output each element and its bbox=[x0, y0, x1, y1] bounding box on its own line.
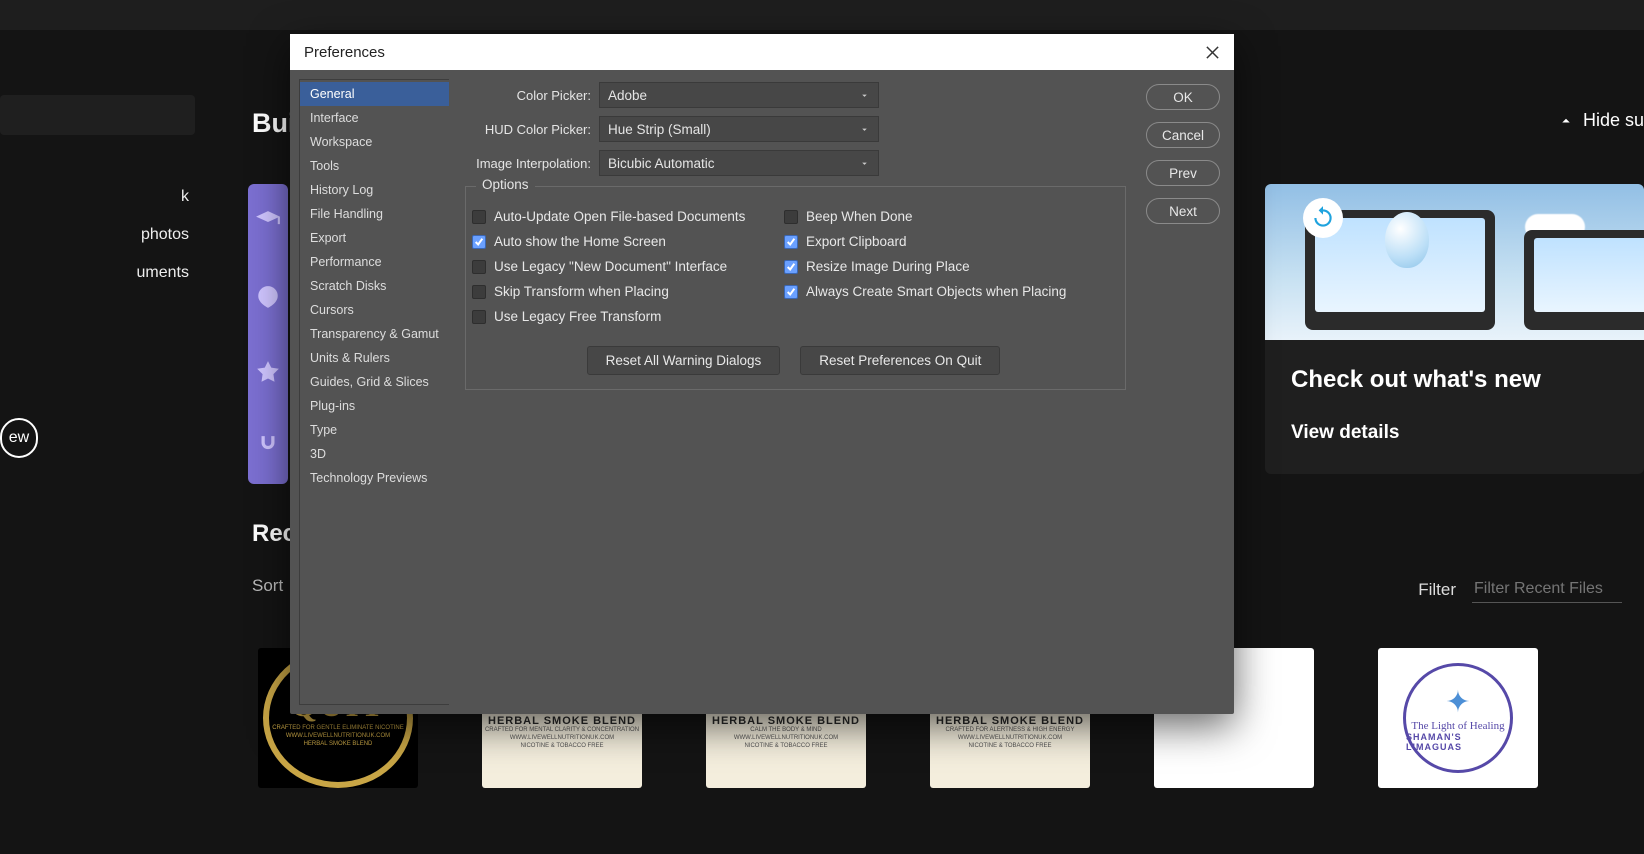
image-interpolation-dropdown[interactable]: Bicubic Automatic bbox=[599, 150, 879, 176]
sidebar-item-history-log[interactable]: History Log bbox=[300, 178, 449, 202]
chevron-down-icon bbox=[859, 124, 870, 135]
hud-color-picker-dropdown[interactable]: Hue Strip (Small) bbox=[599, 116, 879, 142]
preferences-sidebar: GeneralInterfaceWorkspaceToolsHistory Lo… bbox=[299, 79, 449, 705]
chevron-down-icon bbox=[859, 90, 870, 101]
checkbox-label: Use Legacy Free Transform bbox=[494, 309, 661, 324]
sidebar-item-performance[interactable]: Performance bbox=[300, 250, 449, 274]
checkbox-use-legacy-new-document-interface[interactable]: Use Legacy "New Document" Interface bbox=[472, 259, 772, 274]
reset-warning-dialogs-button[interactable]: Reset All Warning Dialogs bbox=[587, 346, 781, 375]
preferences-dialog: Preferences GeneralInterfaceWorkspaceToo… bbox=[290, 34, 1234, 714]
app-menubar bbox=[0, 0, 1644, 30]
sync-icon bbox=[1303, 198, 1343, 238]
image-interpolation-label: Image Interpolation: bbox=[461, 156, 599, 171]
checkbox-label: Resize Image During Place bbox=[806, 259, 970, 274]
sidebar-item-cursors[interactable]: Cursors bbox=[300, 298, 449, 322]
hide-suggestions-label: Hide su bbox=[1583, 110, 1644, 131]
checkbox-box bbox=[784, 285, 798, 299]
reset-preferences-on-quit-button[interactable]: Reset Preferences On Quit bbox=[800, 346, 1000, 375]
sidebar-item-interface[interactable]: Interface bbox=[300, 106, 449, 130]
cancel-button[interactable]: Cancel bbox=[1146, 122, 1220, 148]
checkbox-use-legacy-free-transform[interactable]: Use Legacy Free Transform bbox=[472, 309, 772, 324]
left-nav-item[interactable]: photos bbox=[0, 216, 195, 254]
checkbox-export-clipboard[interactable]: Export Clipboard bbox=[784, 234, 1084, 249]
dropdown-value: Adobe bbox=[608, 88, 647, 103]
dialog-title: Preferences bbox=[304, 44, 385, 61]
left-nav: k photos uments bbox=[0, 30, 195, 330]
dropdown-value: Hue Strip (Small) bbox=[608, 122, 711, 137]
color-picker-dropdown[interactable]: Adobe bbox=[599, 82, 879, 108]
preferences-panel: Color Picker: Adobe HUD Color Picker: Hu… bbox=[449, 70, 1140, 714]
checkbox-label: Beep When Done bbox=[806, 209, 913, 224]
dialog-titlebar: Preferences bbox=[290, 34, 1234, 70]
checkbox-box bbox=[784, 210, 798, 224]
sidebar-item-3d[interactable]: 3D bbox=[300, 442, 449, 466]
next-button[interactable]: Next bbox=[1146, 198, 1220, 224]
whats-new-image bbox=[1265, 184, 1644, 340]
checkbox-beep-when-done[interactable]: Beep When Done bbox=[784, 209, 1084, 224]
sidebar-item-export[interactable]: Export bbox=[300, 226, 449, 250]
ok-button[interactable]: OK bbox=[1146, 84, 1220, 110]
sidebar-item-guides-grid-slices[interactable]: Guides, Grid & Slices bbox=[300, 370, 449, 394]
sidebar-item-file-handling[interactable]: File Handling bbox=[300, 202, 449, 226]
checkbox-box bbox=[472, 260, 486, 274]
sidebar-item-transparency-gamut[interactable]: Transparency & Gamut bbox=[300, 322, 449, 346]
whats-new-title: Check out what's new bbox=[1291, 366, 1618, 394]
chevron-up-icon bbox=[1557, 112, 1575, 130]
color-picker-label: Color Picker: bbox=[461, 88, 599, 103]
sidebar-item-scratch-disks[interactable]: Scratch Disks bbox=[300, 274, 449, 298]
checkbox-label: Always Create Smart Objects when Placing bbox=[806, 284, 1066, 299]
view-details-link[interactable]: View details bbox=[1291, 422, 1399, 443]
sort-label[interactable]: Sort bbox=[252, 576, 283, 596]
close-button[interactable] bbox=[1200, 40, 1224, 64]
checkbox-box bbox=[472, 285, 486, 299]
checkbox-box bbox=[472, 235, 486, 249]
checkbox-box bbox=[784, 235, 798, 249]
sidebar-item-general[interactable]: General bbox=[300, 82, 449, 106]
recent-thumb[interactable]: ✦ The Light of Healing SHAMAN'S LIMAGUAS bbox=[1378, 648, 1538, 788]
close-icon bbox=[1205, 45, 1220, 60]
checkbox-label: Skip Transform when Placing bbox=[494, 284, 669, 299]
build-skills-tile[interactable] bbox=[248, 184, 288, 484]
filter-recent-input[interactable] bbox=[1472, 576, 1622, 603]
whats-new-card: Check out what's new View details bbox=[1265, 184, 1644, 474]
sidebar-item-tools[interactable]: Tools bbox=[300, 154, 449, 178]
filter-label: Filter bbox=[1418, 580, 1456, 600]
checkbox-label: Auto-Update Open File-based Documents bbox=[494, 209, 745, 224]
chevron-down-icon bbox=[859, 158, 870, 169]
checkbox-label: Export Clipboard bbox=[806, 234, 907, 249]
checkbox-auto-update-open-file-based-documents[interactable]: Auto-Update Open File-based Documents bbox=[472, 209, 772, 224]
hands-icon: ✦ bbox=[1445, 685, 1470, 720]
options-fieldset: Options Auto-Update Open File-based Docu… bbox=[465, 186, 1126, 390]
checkbox-skip-transform-when-placing[interactable]: Skip Transform when Placing bbox=[472, 284, 772, 299]
checkbox-auto-show-the-home-screen[interactable]: Auto show the Home Screen bbox=[472, 234, 772, 249]
checkbox-label: Auto show the Home Screen bbox=[494, 234, 666, 249]
sidebar-item-type[interactable]: Type bbox=[300, 418, 449, 442]
left-nav-item[interactable]: uments bbox=[0, 254, 195, 292]
sidebar-item-workspace[interactable]: Workspace bbox=[300, 130, 449, 154]
checkbox-box bbox=[472, 210, 486, 224]
sidebar-item-units-rulers[interactable]: Units & Rulers bbox=[300, 346, 449, 370]
create-new-button[interactable]: ew bbox=[0, 418, 38, 458]
options-legend: Options bbox=[476, 177, 535, 192]
hud-color-picker-label: HUD Color Picker: bbox=[461, 122, 599, 137]
checkbox-box bbox=[784, 260, 798, 274]
checkbox-always-create-smart-objects-when-placing[interactable]: Always Create Smart Objects when Placing bbox=[784, 284, 1084, 299]
checkbox-label: Use Legacy "New Document" Interface bbox=[494, 259, 727, 274]
prev-button[interactable]: Prev bbox=[1146, 160, 1220, 186]
hide-suggestions-link[interactable]: Hide su bbox=[1557, 110, 1644, 131]
sidebar-item-technology-previews[interactable]: Technology Previews bbox=[300, 466, 449, 490]
checkbox-resize-image-during-place[interactable]: Resize Image During Place bbox=[784, 259, 1084, 274]
checkbox-box bbox=[472, 310, 486, 324]
dropdown-value: Bicubic Automatic bbox=[608, 156, 715, 171]
sidebar-item-plug-ins[interactable]: Plug-ins bbox=[300, 394, 449, 418]
left-nav-item[interactable]: k bbox=[0, 178, 195, 216]
dialog-action-buttons: OK Cancel Prev Next bbox=[1140, 70, 1234, 714]
